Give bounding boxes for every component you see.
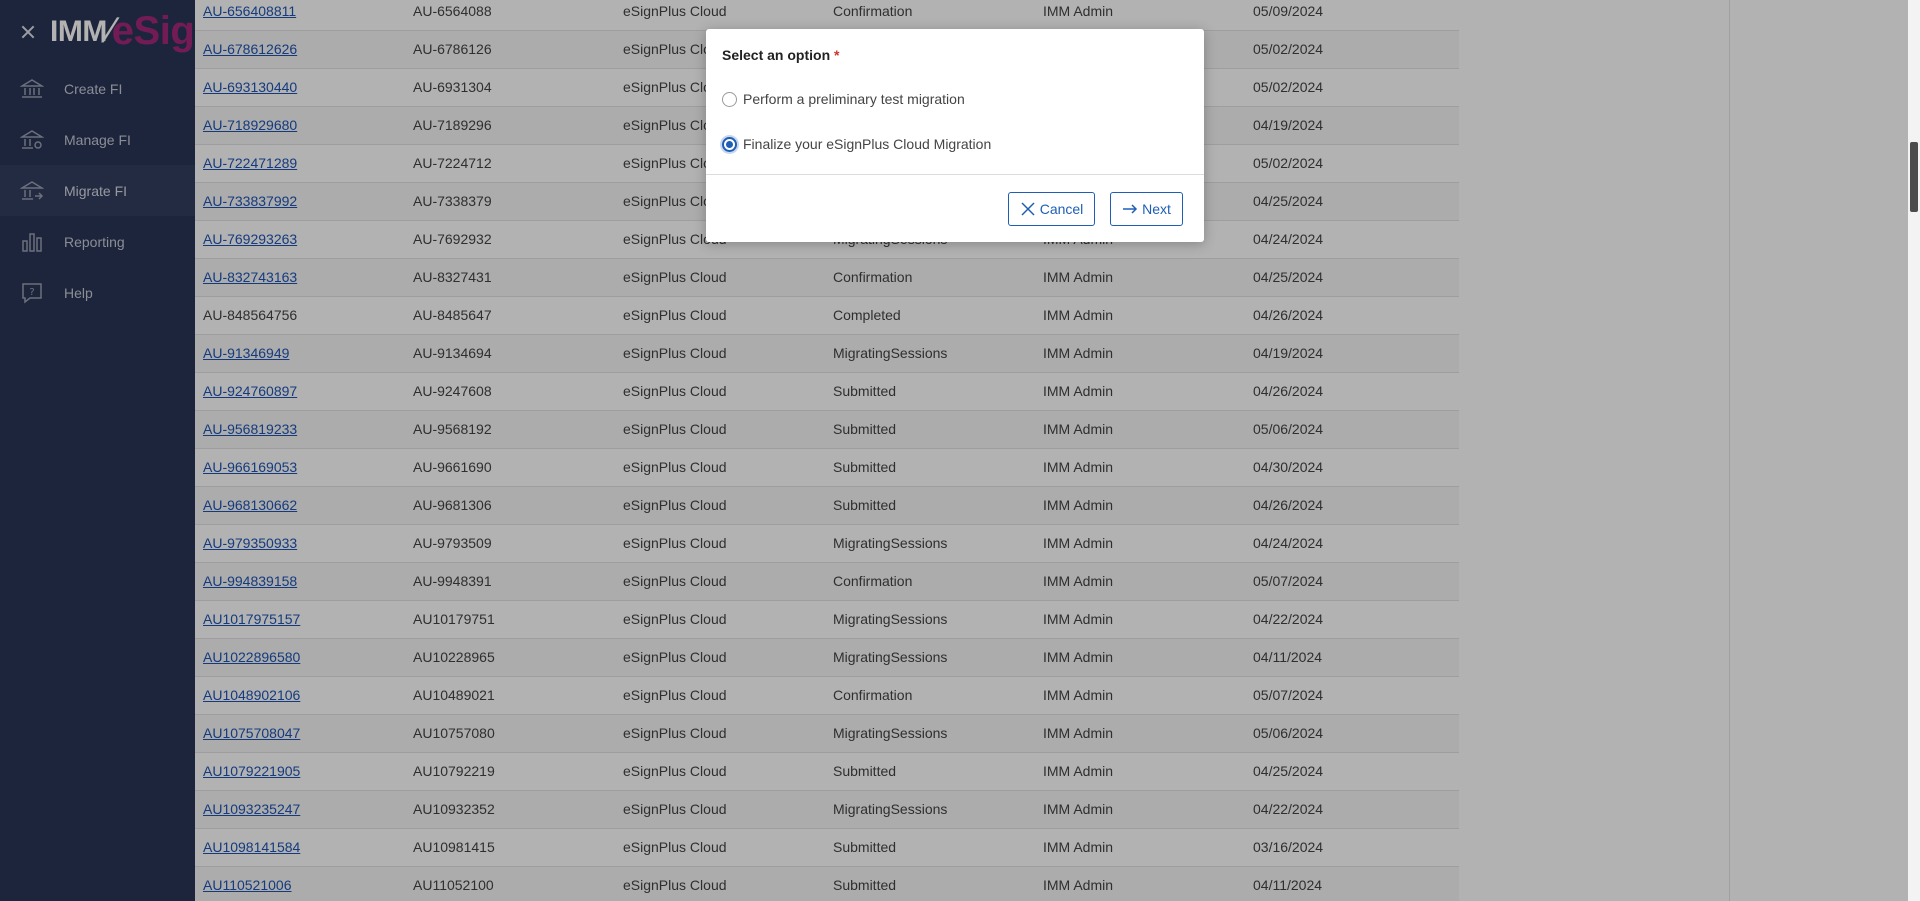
required-marker: *	[834, 47, 840, 63]
option-finalize-migration[interactable]: Finalize your eSignPlus Cloud Migration	[722, 136, 991, 152]
close-icon	[1021, 202, 1035, 216]
option-label: Finalize your eSignPlus Cloud Migration	[743, 136, 992, 152]
arrow-right-icon	[1123, 204, 1138, 214]
option-preliminary-test[interactable]: Perform a preliminary test migration	[722, 91, 965, 107]
scrollbar-thumb[interactable]	[1910, 142, 1918, 212]
dialog-title: Select an option *	[722, 47, 840, 63]
page-scrollbar[interactable]	[1908, 0, 1920, 901]
option-label: Perform a preliminary test migration	[743, 91, 965, 107]
divider	[706, 174, 1204, 175]
radio-button[interactable]	[722, 91, 737, 107]
select-option-dialog: Select an option * Perform a preliminary…	[706, 29, 1204, 242]
next-button[interactable]: Next	[1110, 192, 1183, 226]
radio-button[interactable]	[722, 136, 737, 152]
cancel-button[interactable]: Cancel	[1008, 192, 1095, 226]
